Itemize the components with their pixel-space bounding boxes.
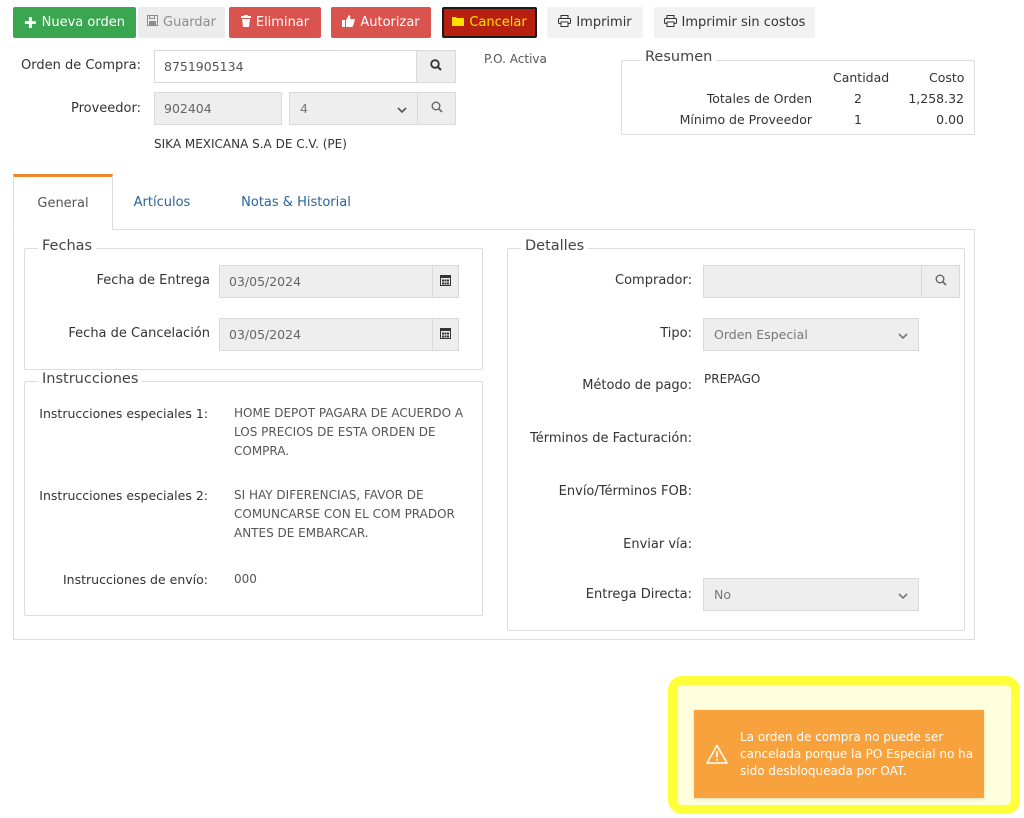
save-button[interactable]: Guardar [138, 7, 225, 38]
delivery-date-input[interactable]: 03/05/2024 [219, 265, 433, 298]
authorize-label: Autorizar [360, 15, 420, 30]
summary-qty-header: Cantidad [833, 70, 890, 85]
payment-method-label: Método de pago: [582, 378, 692, 393]
search-icon [935, 274, 947, 289]
buyer-search-button[interactable] [921, 265, 960, 298]
print-no-costs-button[interactable]: Imprimir sin costos [654, 7, 815, 38]
instrucciones-title: Instrucciones [38, 371, 143, 387]
summary-row-qty: 1 [854, 112, 862, 127]
plus-icon: ✚ [24, 13, 37, 32]
supplier-select[interactable]: 4 [289, 92, 418, 125]
tab-general[interactable]: General [13, 174, 113, 230]
direct-delivery-select[interactable]: No [703, 578, 919, 611]
new-order-button[interactable]: ✚ Nueva orden [13, 7, 136, 38]
warning-toast[interactable]: La orden de compra no puede ser cancelad… [694, 710, 984, 798]
tab-articulos[interactable]: Artículos [118, 174, 206, 230]
summary-cost-header: Costo [929, 70, 965, 85]
print-icon [663, 14, 677, 31]
summary-title: Resumen [641, 49, 717, 65]
supplier-code-input[interactable]: 902404 [154, 92, 282, 125]
fechas-title: Fechas [38, 238, 97, 254]
new-order-label: Nueva orden [41, 15, 125, 30]
print-icon [558, 14, 572, 31]
folder-icon [452, 15, 465, 30]
billing-terms-label: Términos de Facturación: [530, 431, 692, 446]
delete-label: Eliminar [255, 15, 310, 30]
summary-row-label: Mínimo de Proveedor [679, 112, 812, 127]
direct-delivery-label: Entrega Directa: [585, 587, 692, 602]
special-instructions-1-label: Instrucciones especiales 1: [39, 406, 208, 421]
type-select-value: Orden Especial [714, 327, 808, 342]
print-button[interactable]: Imprimir [547, 7, 643, 38]
cancel-label: Cancelar [469, 15, 527, 30]
type-label: Tipo: [660, 326, 692, 341]
po-number-label: Orden de Compra: [21, 58, 141, 73]
payment-method-value: PREPAGO [704, 372, 761, 386]
delivery-date-picker[interactable] [432, 265, 459, 298]
shipping-instructions-label: Instrucciones de envío: [63, 572, 208, 587]
tab-notas-historial[interactable]: Notas & Historial [226, 174, 366, 230]
special-instructions-1-value: HOME DEPOT PAGARA DE ACUERDO A LOS PRECI… [234, 406, 464, 458]
tab-label: Artículos [133, 194, 191, 210]
fob-terms-label: Envío/Términos FOB: [558, 484, 692, 499]
search-icon [430, 59, 442, 74]
warning-icon [694, 744, 740, 764]
supplier-name: SIKA MEXICANA S.A DE C.V. (PE) [154, 137, 347, 151]
warning-toast-message: La orden de compra no puede ser cancelad… [740, 729, 974, 778]
authorize-button[interactable]: Autorizar [331, 7, 431, 38]
buyer-input[interactable] [703, 265, 922, 298]
ship-via-label: Enviar vía: [623, 537, 692, 552]
supplier-label: Proveedor: [70, 101, 141, 116]
po-search-button[interactable] [416, 50, 456, 83]
print-label: Imprimir [576, 15, 632, 30]
print-no-costs-label: Imprimir sin costos [681, 15, 806, 30]
cancel-button[interactable]: Cancelar [442, 7, 537, 38]
detalles-title: Detalles [521, 238, 589, 254]
calendar-icon [440, 327, 451, 342]
summary-row-qty: 2 [854, 91, 862, 106]
cancel-date-input[interactable]: 03/05/2024 [219, 318, 433, 351]
summary-row-cost: 1,258.32 [908, 91, 964, 106]
thumbs-up-icon [342, 14, 356, 31]
direct-delivery-value: No [714, 587, 731, 602]
chevron-down-icon [898, 587, 908, 602]
tab-label: Notas & Historial [241, 194, 351, 210]
chevron-down-icon [397, 101, 407, 116]
special-instructions-2-label: Instrucciones especiales 2: [39, 488, 208, 503]
po-status: P.O. Activa [484, 52, 547, 66]
summary-row-label: Totales de Orden [706, 91, 812, 106]
special-instructions-2-value: SI HAY DIFERENCIAS, FAVOR DE COMUNCARSE … [234, 488, 455, 540]
delivery-date-label: Fecha de Entrega [96, 273, 210, 288]
shipping-instructions-value: 000 [234, 572, 257, 586]
tab-label: General [37, 195, 89, 211]
trash-icon [240, 14, 251, 31]
cancel-date-label: Fecha de Cancelación [68, 326, 210, 341]
save-label: Guardar [163, 15, 216, 30]
delete-button[interactable]: Eliminar [229, 7, 321, 38]
calendar-icon [440, 274, 451, 289]
search-icon [431, 101, 443, 116]
po-number-input[interactable]: 8751905134 [154, 50, 417, 83]
cancel-date-picker[interactable] [432, 318, 459, 351]
supplier-search-button[interactable] [417, 92, 456, 125]
type-select[interactable]: Orden Especial [703, 318, 919, 351]
supplier-select-value: 4 [300, 101, 308, 116]
chevron-down-icon [898, 327, 908, 342]
save-icon [147, 15, 159, 30]
buyer-label: Comprador: [615, 273, 692, 288]
summary-row-cost: 0.00 [936, 112, 964, 127]
